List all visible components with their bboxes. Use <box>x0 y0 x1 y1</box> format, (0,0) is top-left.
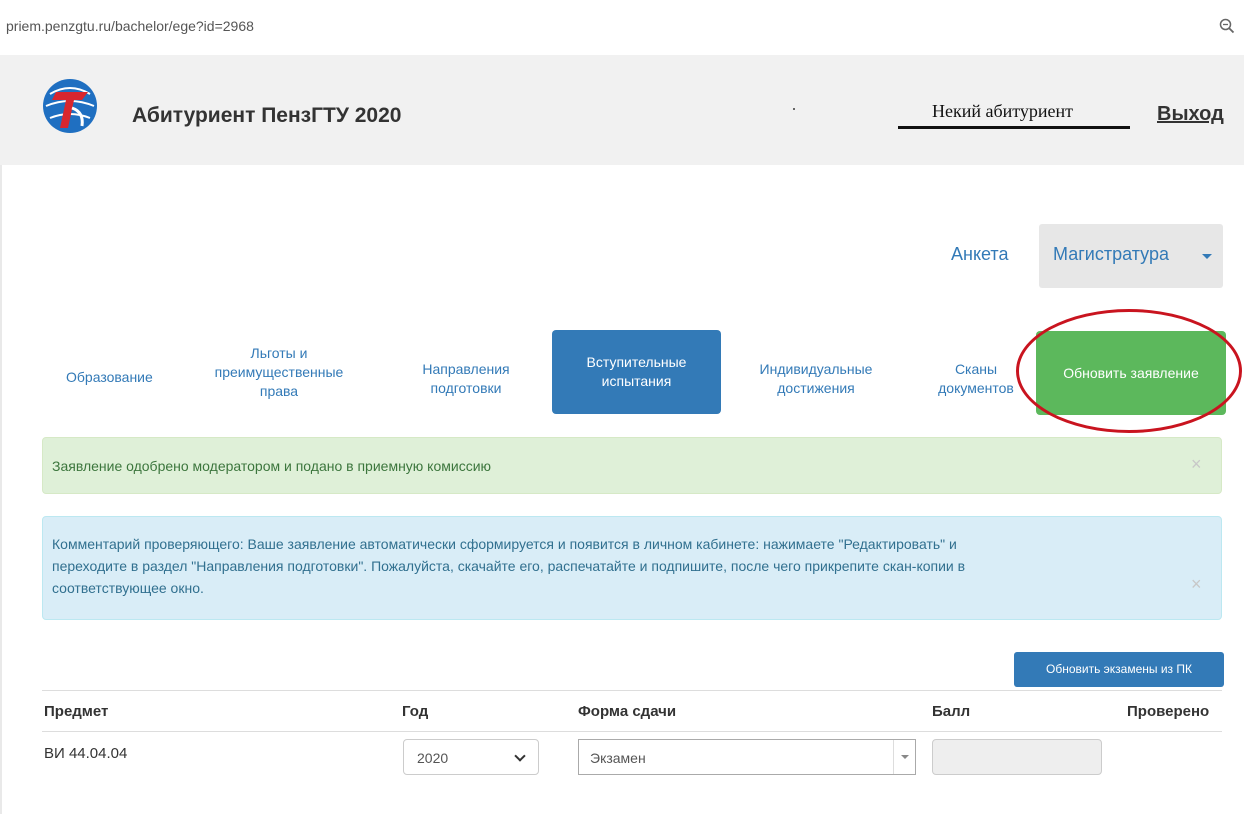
nav-magistratura-label: Магистратура <box>1053 244 1169 264</box>
close-icon[interactable]: × <box>1191 454 1202 475</box>
chevron-down-icon <box>514 750 526 762</box>
site-title[interactable]: Абитуриент ПензГТУ 2020 <box>132 104 401 128</box>
site-header: Абитуриент ПензГТУ 2020 Некий абитуриент… <box>0 55 1244 165</box>
tab-exams-line2: испытания <box>601 373 672 389</box>
nav-anketa[interactable]: Анкета <box>951 244 1009 265</box>
tab-directions-line1: Направления <box>422 361 510 377</box>
caret-down-icon <box>1202 254 1212 259</box>
zoom-icon[interactable] <box>1219 18 1235 34</box>
info-alert-line2: переходите в раздел "Направления подгото… <box>52 558 966 574</box>
tab-entrance-exams[interactable]: Вступительные испытания <box>552 330 721 414</box>
tab-education[interactable]: Образование <box>66 368 153 387</box>
info-alert-line3: соответствующее окно. <box>52 580 204 596</box>
info-alert: Комментарий проверяющего: Ваше заявление… <box>42 516 1222 620</box>
tab-achievements-line1: Индивидуальные <box>759 361 873 377</box>
tab-directions[interactable]: Направления подготовки <box>401 360 531 398</box>
tab-benefits-line2: преимущественные <box>214 364 344 380</box>
header-checked: Проверено <box>1127 703 1210 720</box>
info-alert-line1: Комментарий проверяющего: Ваше заявление… <box>52 536 957 552</box>
tab-achievements-line2: достижения <box>777 380 855 396</box>
success-alert-text: Заявление одобрено модератором и подано … <box>52 458 492 474</box>
logout-link[interactable]: Выход <box>1157 103 1224 126</box>
stray-dot <box>793 108 795 110</box>
dropdown-arrow[interactable] <box>893 740 915 774</box>
username: Некий абитуриент <box>932 101 1074 121</box>
success-alert: Заявление одобрено модератором и подано … <box>42 437 1222 494</box>
triangle-down-icon <box>901 755 909 759</box>
tab-directions-line2: подготовки <box>430 380 502 396</box>
header-score: Балл <box>932 703 971 720</box>
username-underline <box>898 126 1130 129</box>
tab-scans-line1: Сканы <box>954 361 998 377</box>
highlight-circle <box>1016 309 1242 433</box>
content-border <box>0 165 2 814</box>
address-bar[interactable]: priem.penzgtu.ru/bachelor/ege?id=2968 <box>0 0 1244 50</box>
tab-benefits-line3: права <box>259 383 299 399</box>
tab-education-label: Образование <box>66 369 153 385</box>
tab-achievements[interactable]: Индивидуальные достижения <box>736 360 896 398</box>
header-subject: Предмет <box>44 703 109 720</box>
tab-exams-line1: Вступительные <box>586 354 687 370</box>
tab-benefits[interactable]: Льготы и преимущественные права <box>197 344 361 401</box>
info-alert-text: Комментарий проверяющего: Ваше заявление… <box>52 533 1172 599</box>
url-text[interactable]: priem.penzgtu.ru/bachelor/ege?id=2968 <box>6 18 254 34</box>
table-divider <box>42 690 1222 691</box>
table-divider <box>42 731 1222 732</box>
exam-form-value: Экзамен <box>590 750 646 766</box>
tab-benefits-line1: Льготы и <box>250 345 308 361</box>
tab-scans-line2: документов <box>938 380 1014 396</box>
university-logo[interactable] <box>42 78 98 134</box>
header-year: Год <box>402 703 429 720</box>
exam-form-select[interactable]: Экзамен <box>578 739 916 775</box>
year-value: 2020 <box>417 750 449 766</box>
score-input <box>932 739 1102 775</box>
tab-scans[interactable]: Сканы документов <box>924 360 1028 398</box>
sync-exams-button[interactable]: Обновить экзамены из ПК <box>1014 652 1224 687</box>
close-icon[interactable]: × <box>1191 574 1202 595</box>
header-form: Форма сдачи <box>578 703 677 720</box>
nav-magistratura-dropdown[interactable]: Магистратура <box>1039 224 1223 288</box>
subject-cell: ВИ 44.04.04 <box>44 745 128 762</box>
year-select[interactable]: 2020 <box>403 739 539 775</box>
